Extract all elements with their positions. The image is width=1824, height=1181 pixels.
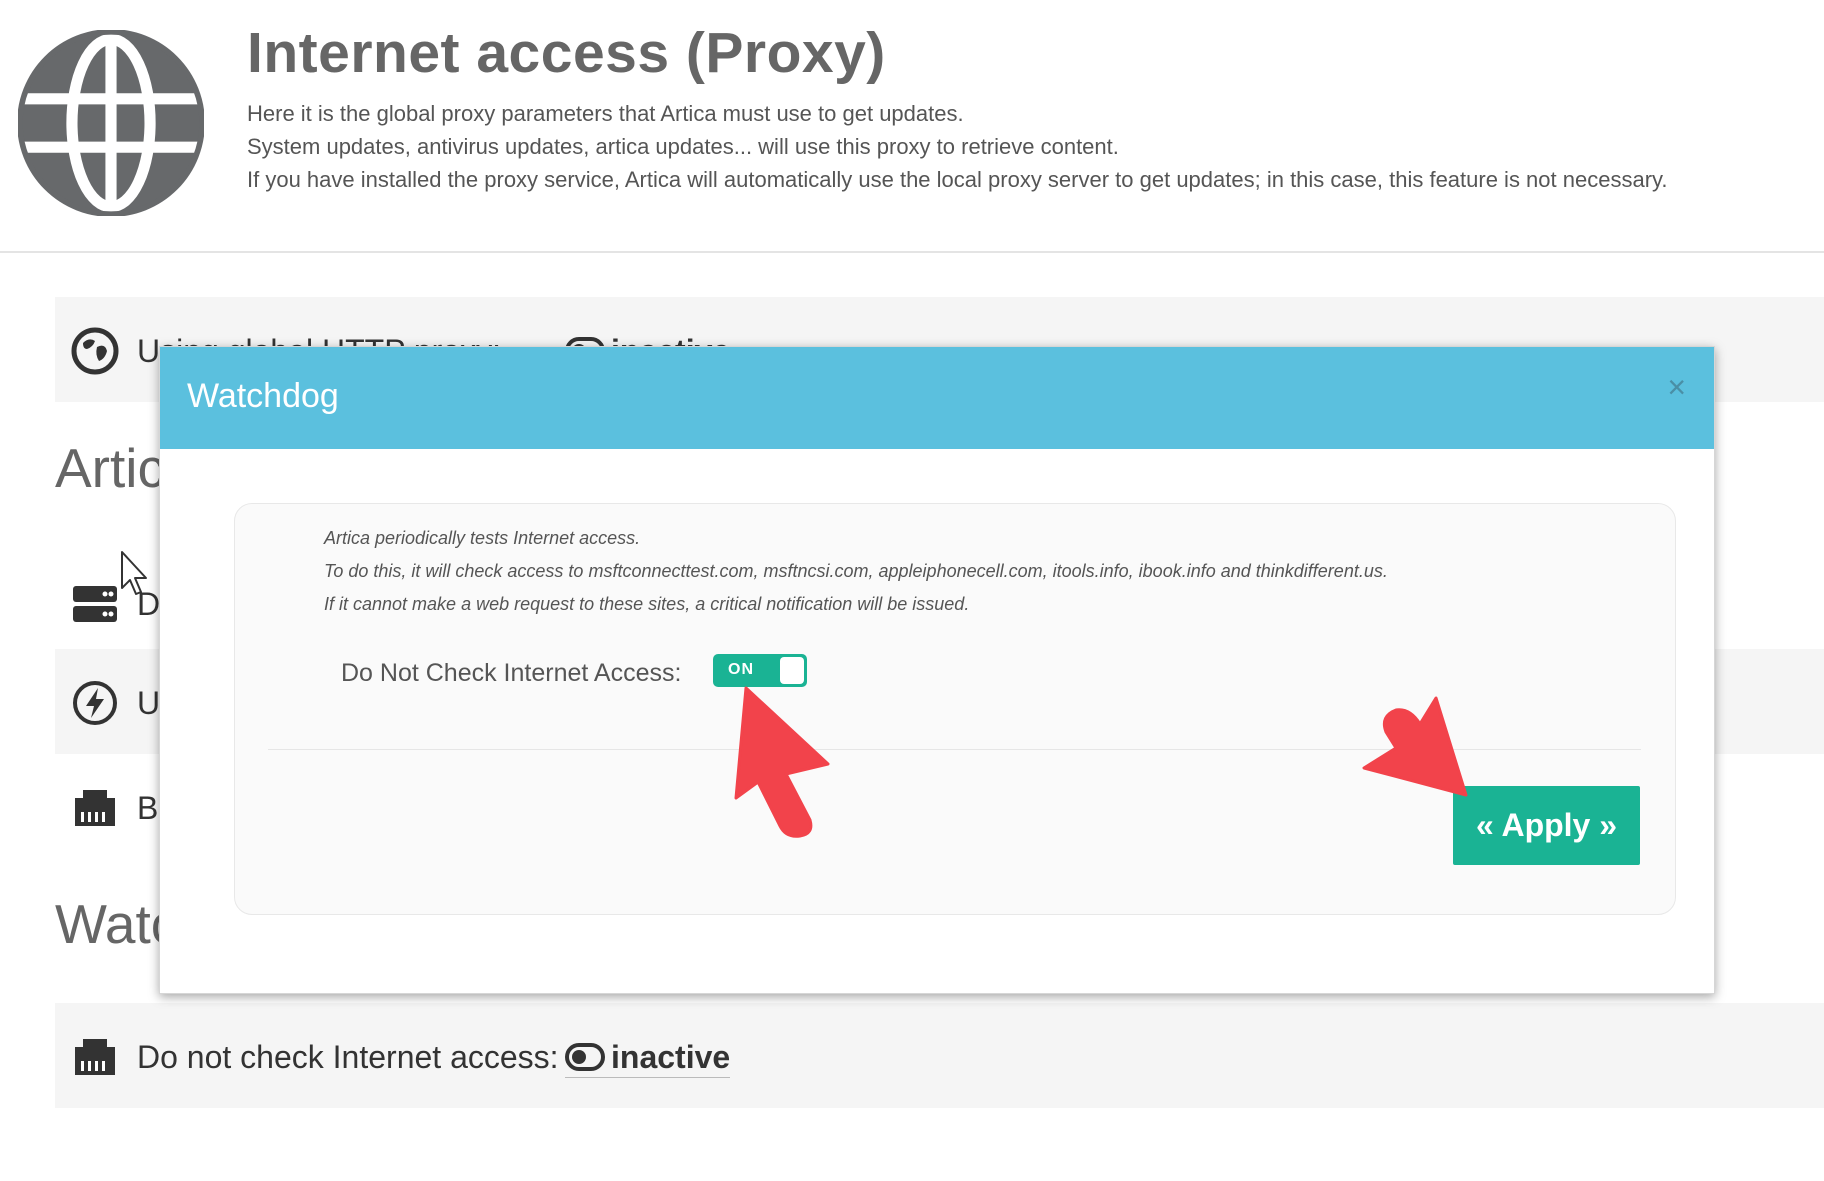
switch-state-label: ON	[728, 661, 754, 678]
toggle-off-icon	[565, 1042, 605, 1071]
internet-check-status-link[interactable]: inactive	[565, 1039, 731, 1078]
description-line: System updates, antivirus updates, artic…	[247, 134, 1119, 159]
internet-check-label: Do not check Internet access:	[137, 1039, 559, 1075]
info-note: If it cannot make a web request to these…	[324, 594, 970, 614]
do-not-check-switch[interactable]: ON	[713, 654, 807, 687]
do-not-check-label: Do Not Check Internet Access:	[341, 659, 682, 687]
page-title: Internet access (Proxy)	[247, 21, 886, 85]
lightning-icon	[73, 681, 117, 725]
apply-button[interactable]: « Apply »	[1453, 786, 1640, 865]
modal-panel: Artica periodically tests Internet acces…	[234, 503, 1676, 915]
watchdog-modal: Watchdog × Artica periodically tests Int…	[159, 346, 1715, 994]
internet-check-row: Do not check Internet access: inactive	[55, 1003, 1824, 1108]
ethernet-icon	[75, 790, 115, 826]
modal-title: Watchdog	[187, 377, 339, 415]
description-line: Here it is the global proxy parameters t…	[247, 101, 964, 126]
globe-icon	[18, 30, 204, 216]
description-line: If you have installed the proxy service,…	[247, 167, 1668, 192]
setting-label: D	[137, 586, 161, 622]
switch-knob	[780, 657, 804, 684]
ethernet-icon	[75, 1039, 115, 1075]
setting-label: U	[137, 685, 161, 721]
info-note: Artica periodically tests Internet acces…	[324, 528, 641, 548]
info-note: To do this, it will check access to msft…	[324, 561, 1388, 581]
divider	[268, 749, 1641, 750]
world-icon	[71, 327, 119, 375]
modal-header: Watchdog ×	[160, 347, 1714, 449]
server-icon	[73, 586, 117, 622]
close-icon[interactable]: ×	[1667, 369, 1686, 406]
page-header: Internet access (Proxy) Here it is the g…	[0, 0, 1824, 253]
